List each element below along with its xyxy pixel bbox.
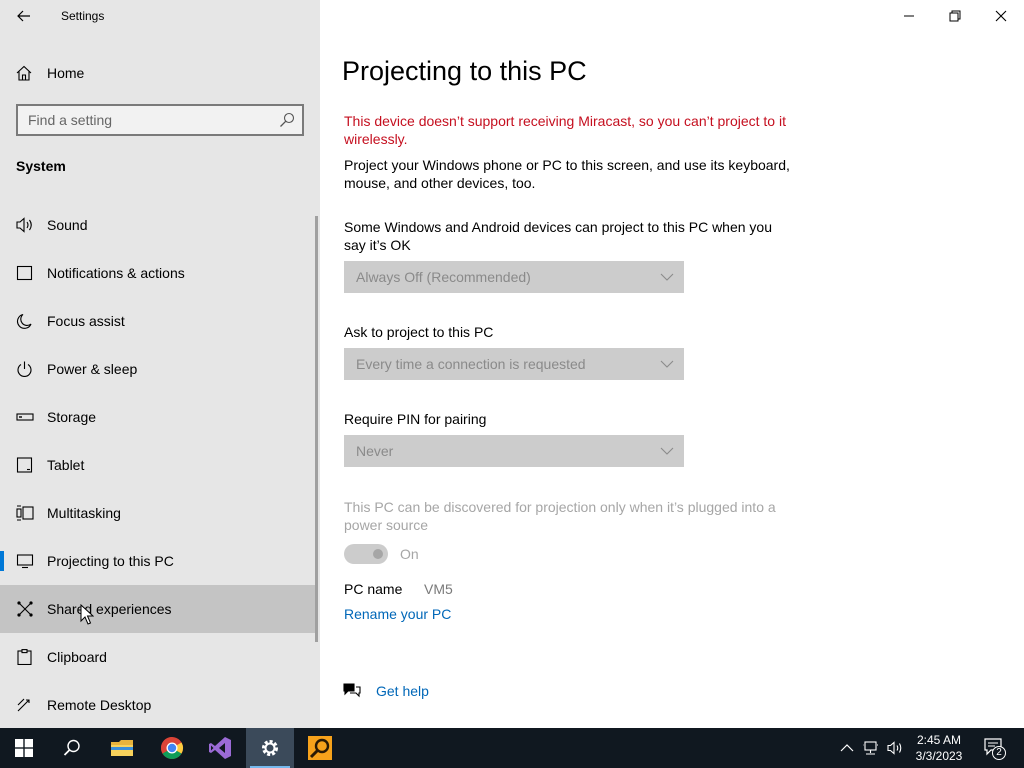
sidebar-item-label: Tablet	[47, 457, 85, 473]
sidebar-item-label: Multitasking	[47, 505, 121, 521]
multitasking-icon	[16, 505, 34, 521]
sidebar-item-projecting[interactable]: Projecting to this PC	[0, 537, 316, 585]
chevron-down-icon	[660, 447, 674, 455]
ask-to-project-dropdown-value: Every time a connection is requested	[356, 356, 586, 372]
back-button[interactable]	[10, 4, 38, 28]
miracast-warning: This device doesn’t support receiving Mi…	[344, 113, 786, 147]
visual-studio-button[interactable]	[196, 728, 244, 768]
search-icon	[63, 739, 80, 756]
pc-name-value: VM5	[424, 581, 453, 597]
setting2-label: Ask to project to this PC	[344, 324, 494, 340]
sidebar-item-storage[interactable]: Storage	[0, 393, 316, 441]
main-content: Projecting to this PC This device doesn’…	[320, 0, 1024, 728]
sidebar-item-label: Remote Desktop	[47, 697, 152, 713]
sidebar-item-focus-assist[interactable]: Focus assist	[0, 297, 316, 345]
sidebar-item-clipboard[interactable]: Clipboard	[0, 633, 316, 681]
help-chat-icon	[343, 683, 361, 698]
title-bar: Settings	[0, 0, 320, 32]
storage-icon	[16, 413, 34, 421]
magnifier-app-button[interactable]	[296, 728, 344, 768]
settings-taskbar-button[interactable]	[246, 728, 294, 768]
setting1-label: Some Windows and Android devices can pro…	[344, 219, 773, 253]
app-title: Settings	[61, 9, 105, 23]
sidebar-item-label: Notifications & actions	[47, 265, 185, 281]
clock-time: 2:45 AM	[916, 733, 962, 747]
visual-studio-icon	[209, 737, 231, 759]
sidebar-item-remote-desktop[interactable]: Remote Desktop	[0, 681, 316, 729]
setting3-label: Require PIN for pairing	[344, 411, 487, 427]
chevron-up-icon[interactable]	[839, 740, 855, 756]
home-label: Home	[47, 65, 85, 81]
start-button[interactable]	[0, 728, 48, 768]
chevron-down-icon	[660, 360, 674, 368]
taskbar-search-button[interactable]	[48, 728, 96, 768]
ask-to-project-dropdown[interactable]: Every time a connection is requested	[344, 348, 684, 380]
magnifier-app-icon	[308, 736, 332, 760]
mouse-cursor-icon	[80, 604, 94, 625]
file-explorer-icon	[111, 740, 133, 756]
sidebar-item-label: Projecting to this PC	[47, 553, 174, 569]
sidebar-scrollbar[interactable]	[315, 216, 318, 642]
search-input[interactable]: Find a setting	[16, 104, 304, 136]
selected-indicator	[0, 551, 4, 571]
sidebar-item-multitasking[interactable]: Multitasking	[0, 489, 316, 537]
sidebar-item-label: Power & sleep	[47, 361, 138, 377]
toggle-knob	[373, 549, 383, 559]
search-placeholder: Find a setting	[28, 112, 113, 128]
moon-icon	[17, 313, 32, 329]
home-icon	[16, 65, 32, 81]
sidebar-item-tablet[interactable]: Tablet	[0, 441, 316, 489]
rename-pc-link[interactable]: Rename your PC	[344, 606, 451, 622]
availability-dropdown[interactable]: Always Off (Recommended)	[344, 261, 684, 293]
network-icon[interactable]	[863, 740, 879, 756]
tablet-icon	[16, 457, 33, 473]
back-arrow-icon	[17, 10, 30, 22]
toggle-state-label: On	[400, 546, 419, 562]
windows-logo-icon	[15, 739, 33, 757]
notification-count-badge: 2	[992, 746, 1006, 760]
plugged-in-toggle[interactable]	[344, 544, 388, 564]
speaker-icon	[16, 217, 32, 233]
taskbar: 2:45 AM 3/3/2023 2	[0, 728, 1024, 768]
page-title: Projecting to this PC	[342, 56, 587, 86]
pc-name-label: PC name	[344, 581, 403, 597]
sidebar-item-label: Storage	[47, 409, 97, 425]
get-help-link[interactable]: Get help	[376, 683, 429, 699]
sidebar-item-power-sleep[interactable]: Power & sleep	[0, 345, 316, 393]
notifications-icon	[16, 265, 33, 281]
sidebar-item-label: Sound	[47, 217, 88, 233]
chrome-icon	[161, 737, 183, 759]
chevron-down-icon	[660, 273, 674, 281]
settings-icon	[262, 740, 278, 756]
home-nav-item[interactable]: Home	[0, 56, 320, 90]
sidebar-item-label: Focus assist	[47, 313, 125, 329]
sidebar-item-label: Shared experiences	[47, 601, 172, 617]
system-clock[interactable]: 2:45 AM 3/3/2023	[906, 732, 972, 764]
chrome-button[interactable]	[148, 728, 196, 768]
volume-icon[interactable]	[887, 740, 903, 756]
availability-dropdown-value: Always Off (Recommended)	[356, 269, 531, 285]
shared-experiences-icon	[17, 601, 33, 617]
section-title: System	[16, 158, 66, 174]
page-description: Project your Windows phone or PC to this…	[344, 157, 790, 191]
power-icon	[17, 361, 32, 377]
require-pin-dropdown-value: Never	[356, 443, 394, 459]
action-center-button[interactable]: 2	[980, 728, 1024, 768]
sidebar: Settings Home Find a setting System Soun…	[0, 0, 320, 728]
file-explorer-button[interactable]	[98, 728, 146, 768]
sidebar-item-shared-experiences[interactable]: Shared experiences	[0, 585, 316, 633]
require-pin-dropdown[interactable]: Never	[344, 435, 684, 467]
sidebar-item-notifications[interactable]: Notifications & actions	[0, 249, 316, 297]
sidebar-item-label: Clipboard	[47, 649, 107, 665]
sidebar-item-sound[interactable]: Sound	[0, 201, 316, 249]
projecting-icon	[16, 554, 34, 569]
plugged-in-setting-label: This PC can be discovered for projection…	[344, 499, 776, 533]
remote-desktop-icon	[17, 698, 30, 712]
clipboard-icon	[17, 649, 32, 665]
search-icon	[280, 112, 295, 127]
clock-date: 3/3/2023	[915, 749, 963, 763]
